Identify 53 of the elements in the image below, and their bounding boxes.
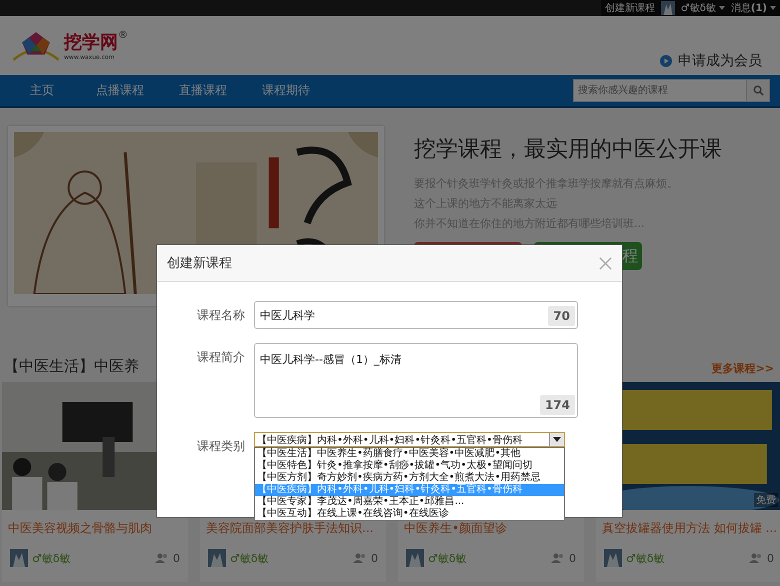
char-counter: 70 [548, 306, 575, 326]
logo-name: 挖学网 [64, 31, 118, 54]
avatar-icon [604, 549, 622, 567]
course-title[interactable]: 中医美容视频之骨骼与肌肉 [2, 510, 188, 537]
course-title[interactable]: 真空拔罐器使用方法 如何拔罐 ... [596, 510, 780, 537]
more-courses-link[interactable]: 更多课程>> [712, 361, 774, 376]
people-icon [749, 553, 763, 563]
field-label: 课程名称 [196, 307, 246, 324]
people-icon [155, 553, 169, 563]
course-description-field[interactable]: 中医儿科学--感冒（1）_标清 174 [254, 343, 578, 418]
author-name[interactable]: ♂敏δ敏 [230, 550, 269, 566]
field-label: 课程类别 [196, 438, 246, 455]
dropdown-option[interactable]: 【中医特色】针灸•推拿按摩•刮痧•拔罐•气功•太极•望闻问切 [255, 460, 564, 472]
author-name[interactable]: ♂敏δ敏 [626, 550, 665, 566]
student-count: 0 [371, 552, 378, 564]
search-icon[interactable] [747, 79, 770, 102]
people-icon [353, 553, 367, 563]
avatar-icon [406, 549, 424, 567]
course-name-field[interactable]: 中医儿科学 70 [254, 301, 578, 329]
hero-title: 挖学课程，最实用的中医公开课 [414, 136, 722, 164]
student-count: 0 [569, 552, 576, 564]
author-name[interactable]: ♂敏δ敏 [32, 550, 71, 566]
student-count: 0 [767, 552, 774, 564]
nav-item[interactable]: 直播课程 [179, 82, 227, 99]
student-count: 0 [173, 552, 180, 564]
registered-mark: ® [118, 30, 128, 41]
play-icon [660, 54, 672, 66]
member-link[interactable]: 申请成为会员 [678, 52, 762, 70]
nav-item[interactable]: 课程期待 [262, 82, 310, 99]
category-select[interactable]: 【中医疾病】内科•外科•儿科•妇科•针灸科•五官科•骨伤科 [254, 432, 565, 447]
search-field[interactable]: 搜索你感兴趣的课程 [573, 79, 747, 102]
close-icon[interactable] [599, 256, 612, 270]
nav-item[interactable]: 主页 [30, 82, 54, 99]
char-counter: 174 [540, 395, 575, 415]
field-label: 课程简介 [196, 349, 246, 366]
avatar-icon[interactable] [660, 1, 675, 15]
avatar-icon [208, 549, 226, 567]
avatar-icon [10, 549, 28, 567]
dropdown-option[interactable]: 【中医生活】中医养生•药膳食疗•中医美容•中医减肥•其他 [255, 448, 564, 460]
messages-menu[interactable]: 消息(1) [730, 1, 767, 15]
dropdown-option[interactable]: 【中医专家】李茂达•周嘉荣•王本正•邱雅昌... [255, 496, 564, 508]
dropdown-option[interactable]: 【中医疾病】内科•外科•儿科•妇科•针灸科•五官科•骨伤科 [255, 484, 564, 496]
dialog-title: 创建新课程 [167, 255, 232, 272]
section-title: 【中医生活】中医养 [4, 357, 139, 376]
caret-icon[interactable] [549, 433, 564, 446]
author-name[interactable]: ♂敏δ敏 [428, 550, 467, 566]
people-icon [551, 553, 565, 563]
create-course-link[interactable]: 创建新课程 [604, 1, 655, 15]
course-card[interactable]: 免费 真空拔罐器使用方法 如何拔罐 ... ♂敏δ敏 0 [596, 382, 780, 582]
nav-item[interactable]: 点播课程 [96, 82, 144, 99]
dropdown-option[interactable]: 【中医方剂】奇方妙剂•疾病方药•方剂大全•煎煮大法•用药禁忌 [255, 472, 564, 484]
dropdown-option[interactable]: 【中医互动】在线上课•在线咨询•在线医诊 [255, 508, 564, 520]
username-menu[interactable]: ♂敏δ敏 [680, 1, 716, 15]
